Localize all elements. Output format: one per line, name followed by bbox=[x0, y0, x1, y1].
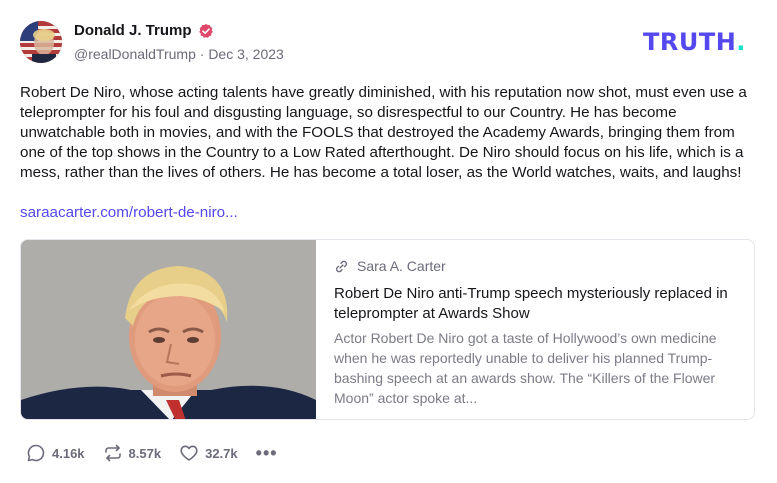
retruth-button[interactable]: 8.57k bbox=[103, 443, 162, 463]
card-source: Sara A. Carter bbox=[357, 258, 446, 274]
card-body: Sara A. Carter Robert De Niro anti-Trump… bbox=[334, 254, 739, 408]
reply-icon bbox=[27, 444, 45, 462]
post-meta: @realDonaldTrump · Dec 3, 2023 bbox=[74, 46, 284, 62]
card-description: Actor Robert De Niro got a taste of Holl… bbox=[334, 330, 717, 406]
retruth-count: 8.57k bbox=[128, 445, 162, 461]
verified-badge-icon bbox=[198, 23, 213, 38]
logo-dot: . bbox=[736, 28, 746, 56]
action-bar: 4.16k 8.57k 32.7k ••• bbox=[26, 443, 278, 463]
logo-text: TRUTH bbox=[643, 28, 737, 56]
heart-icon bbox=[180, 445, 198, 461]
truth-post: Donald J. Trump @realDonaldTrump · Dec 3… bbox=[0, 0, 777, 483]
avatar-image bbox=[20, 21, 62, 63]
like-count: 32.7k bbox=[205, 445, 238, 461]
card-source-row: Sara A. Carter bbox=[334, 254, 739, 278]
reply-count: 4.16k bbox=[52, 445, 85, 461]
meta-separator: · bbox=[199, 46, 205, 62]
post-link[interactable]: saraacarter.com/robert-de-niro... bbox=[20, 203, 238, 223]
more-icon[interactable]: ••• bbox=[256, 444, 278, 462]
avatar[interactable] bbox=[20, 21, 62, 63]
card-title: Robert De Niro anti-Trump speech mysteri… bbox=[334, 285, 728, 322]
post-date[interactable]: Dec 3, 2023 bbox=[208, 46, 284, 62]
author-name[interactable]: Donald J. Trump bbox=[74, 22, 192, 39]
like-button[interactable]: 32.7k bbox=[179, 443, 238, 463]
link-icon bbox=[336, 260, 347, 272]
card-image bbox=[21, 240, 316, 419]
link-preview-card[interactable]: Sara A. Carter Robert De Niro anti-Trump… bbox=[20, 239, 755, 420]
reply-button[interactable]: 4.16k bbox=[26, 443, 85, 463]
truth-logo[interactable]: TRUTH. bbox=[643, 29, 746, 55]
author-row: Donald J. Trump bbox=[74, 22, 214, 39]
post-text: Robert De Niro, whose acting talents hav… bbox=[20, 84, 747, 181]
author-handle[interactable]: @realDonaldTrump bbox=[74, 46, 196, 62]
retruth-icon bbox=[104, 444, 121, 462]
